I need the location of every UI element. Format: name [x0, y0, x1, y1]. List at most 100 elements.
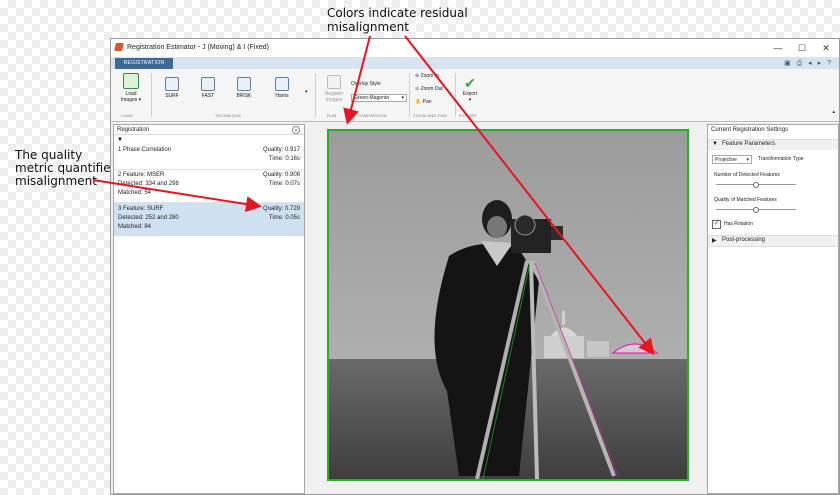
surf-icon [165, 77, 179, 91]
result-row-1[interactable]: 1 Phase Correlation Quality: 0.917 Time:… [114, 145, 304, 170]
separator [455, 73, 456, 117]
group-label-comparison: COMPARISON [357, 113, 388, 118]
brisk-icon [237, 77, 251, 91]
transform-type-dropdown[interactable]: Projective ▾ [712, 155, 752, 164]
result-time: Time: 0.16s [268, 156, 300, 162]
result-time: Time: 0.07s [268, 181, 300, 187]
separator [315, 73, 316, 117]
zoom-in-button[interactable]: ⊕ Zoom In [415, 73, 439, 79]
quality-matched-slider[interactable] [716, 207, 796, 213]
technique-more-icon[interactable]: ▾ [305, 89, 308, 95]
group-label-load: LOAD [121, 113, 134, 118]
play-icon [327, 75, 341, 89]
collapse-icon[interactable]: ⌄ [292, 126, 300, 134]
export-chevron-icon: ▾ [468, 97, 472, 103]
result-time: Time: 0.05s [268, 215, 300, 221]
register-images-button[interactable]: Register Images [319, 75, 349, 103]
slider-thumb[interactable] [753, 182, 759, 188]
checkmark-icon: ✔ [464, 75, 476, 91]
has-rotation-label: Has Rotation [724, 221, 753, 227]
zoom-in-label: Zoom In [420, 73, 439, 79]
separator [409, 73, 410, 117]
minimize-button[interactable]: — [767, 41, 789, 55]
overlay-style-dropdown[interactable]: Green-Magenta ▾ [351, 94, 407, 102]
expand-right-icon: ▶ [712, 238, 717, 244]
close-button[interactable]: ✕ [815, 41, 837, 55]
chevron-down-icon: ▾ [401, 95, 404, 101]
tab-registration[interactable]: REGISTRATION [115, 58, 173, 69]
result-name: 3 Feature: SURF [118, 206, 164, 212]
harris-icon [275, 77, 289, 91]
result-detected: Detected: 334 and 298 [118, 181, 179, 187]
result-quality: Quality: 0.917 [262, 147, 300, 153]
result-quality: Quality: 0.908 [262, 172, 300, 178]
brisk-button[interactable]: BRISK [231, 77, 257, 99]
fast-label: FAST [201, 93, 215, 99]
result-row-3[interactable]: 3 Feature: SURF Quality: 0.729 Detected:… [114, 203, 304, 236]
fast-icon [201, 77, 215, 91]
transform-type-value: Projective [715, 157, 737, 163]
title-bar: Registration Estimator - J (Moving) & I … [111, 39, 839, 57]
matlab-logo-icon [114, 43, 124, 51]
harris-button[interactable]: Harris [269, 77, 295, 99]
num-detected-slider[interactable] [716, 182, 796, 188]
sort-icon[interactable]: ▼ [117, 137, 123, 143]
load-images-button[interactable]: Load Images ▾ [117, 73, 145, 103]
feature-parameters-label: Feature Parameters [722, 141, 776, 147]
load-label-2: Images ▾ [120, 97, 142, 103]
transform-type-label: Transformation Type [758, 156, 804, 162]
export-button[interactable]: ✔ Export ▾ [459, 75, 481, 103]
expand-down-icon: ▼ [712, 141, 718, 147]
quick-access-icons[interactable]: ▣ ⎙ ◂ ▸ ? [784, 59, 833, 68]
post-processing-label: Post-processing [722, 237, 766, 243]
window-title: Registration Estimator - J (Moving) & I … [127, 44, 269, 51]
group-label-zoom: ZOOM AND PAN [413, 113, 447, 118]
result-quality: Quality: 0.729 [262, 206, 300, 212]
settings-title: Current Registration Settings [711, 127, 789, 133]
registration-panel: Registration ⌄ ▼ 1 Phase Correlation Qua… [113, 124, 305, 494]
download-icon [123, 73, 139, 89]
separator [151, 73, 152, 117]
settings-panel: Current Registration Settings ▼ Feature … [707, 124, 839, 494]
zoom-in-icon: ⊕ [415, 73, 420, 79]
main-area: Registration ⌄ ▼ 1 Phase Correlation Qua… [111, 122, 839, 494]
chevron-down-icon: ▾ [746, 157, 749, 163]
app-window: Registration Estimator - J (Moving) & I … [110, 38, 840, 495]
result-row-2[interactable]: 2 Feature: MSER Quality: 0.908 Detected:… [114, 170, 304, 203]
surf-button[interactable]: SURF [159, 77, 185, 99]
panel-title: Registration [117, 127, 150, 133]
zoom-out-label: Zoom Out [420, 86, 443, 92]
pan-button[interactable]: ✋ Pan [415, 99, 432, 105]
brisk-label: BRISK [236, 93, 252, 99]
harris-label: Harris [275, 93, 289, 99]
pan-icon: ✋ [415, 99, 422, 105]
post-processing-header[interactable]: ▶ Post-processing [708, 235, 838, 247]
result-matched: Matched: 54 [118, 190, 152, 196]
group-label-run: RUN [327, 113, 337, 118]
result-matched: Matched: 84 [118, 224, 152, 230]
ribbon: Load Images ▾ SURF FAST BRISK Harris ▾ R… [111, 69, 839, 122]
register-label-2: Images [325, 97, 343, 103]
pan-label: Pan [422, 99, 432, 105]
panel-header: Registration ⌄ [114, 125, 304, 135]
group-label-technique: TECHNIQUE [215, 113, 242, 118]
slider-thumb[interactable] [753, 207, 759, 213]
zoom-out-button[interactable]: ⊖ Zoom Out [415, 86, 443, 92]
maximize-button[interactable]: ☐ [791, 41, 813, 55]
surf-label: SURF [165, 93, 179, 99]
annotation-top-line2: misalignment [327, 20, 409, 34]
collapse-ribbon-icon[interactable]: ▴ [832, 109, 835, 115]
quality-matched-label: Quality of Matched Features [714, 197, 777, 203]
result-name: 1 Phase Correlation [118, 147, 172, 153]
annotation-top-line1: Colors indicate residual [327, 6, 468, 20]
annotation-left-line3: misalignment [15, 174, 97, 188]
tab-strip: REGISTRATION ▣ ⎙ ◂ ▸ ? [111, 57, 839, 69]
feature-parameters-header[interactable]: ▼ Feature Parameters [708, 139, 838, 150]
num-detected-label: Number of Detected Features [714, 172, 780, 178]
overlay-image-canvas[interactable] [327, 129, 689, 481]
overlay-style-label: Overlay Style [351, 81, 381, 87]
overlay-style-value: Green-Magenta [354, 95, 390, 101]
has-rotation-checkbox[interactable]: ✓ [712, 220, 721, 229]
fast-button[interactable]: FAST [195, 77, 221, 99]
zoom-out-icon: ⊖ [415, 86, 420, 92]
